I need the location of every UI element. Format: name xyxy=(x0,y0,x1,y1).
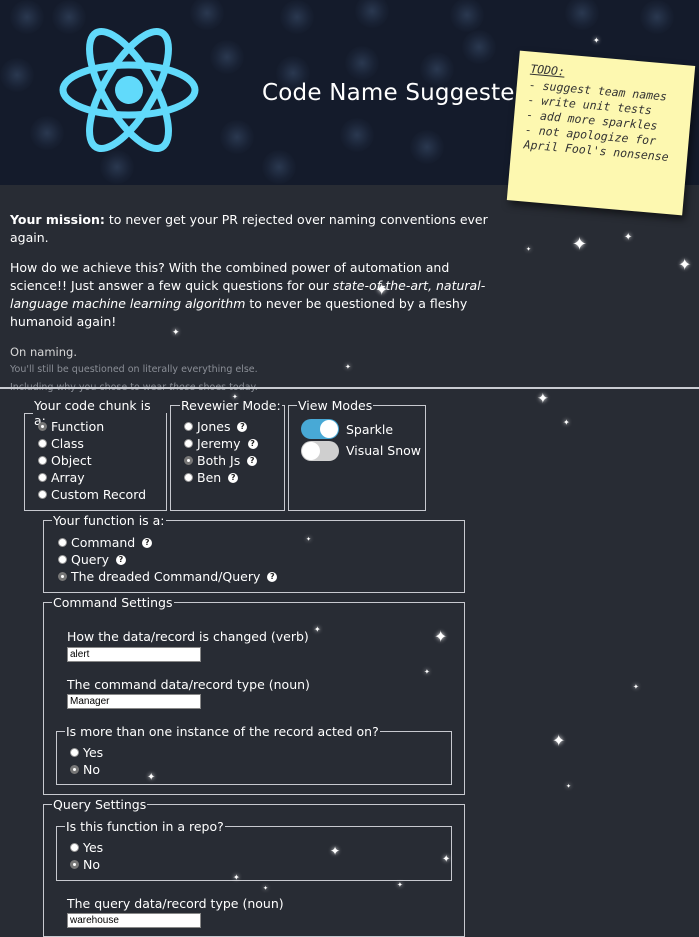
how-paragraph: How do we achieve this? With the combine… xyxy=(10,259,500,331)
help-icon[interactable]: ? xyxy=(247,455,258,466)
radio-query[interactable]: Query? xyxy=(58,552,126,567)
sparkle-icon: ✦ xyxy=(526,246,532,253)
command-noun-input[interactable]: Manager xyxy=(67,694,201,709)
sparkle-icon: ✦ xyxy=(397,881,403,889)
visual-snow-toggle[interactable] xyxy=(301,441,339,461)
intro-section: Your mission: to never get your PR rejec… xyxy=(10,211,500,397)
help-icon[interactable]: ? xyxy=(142,537,153,548)
command-settings-legend: Command Settings xyxy=(53,595,173,610)
function-type-legend: Your function is a: xyxy=(53,513,165,528)
repo-legend: Is this function in a repo? xyxy=(66,819,224,834)
sparkle-icon: ✦ xyxy=(233,873,240,882)
radio-object[interactable]: Object xyxy=(38,453,92,468)
multi-instance-legend: Is more than one instance of the record … xyxy=(66,724,379,739)
sparkle-icon: ✦ xyxy=(572,234,588,255)
reviewer-mode-legend: Revewier Mode: xyxy=(181,398,281,413)
multi-instance-group: Is more than one instance of the record … xyxy=(56,724,452,785)
divider xyxy=(0,387,699,389)
sparkle-icon: ✦ xyxy=(147,772,156,783)
query-noun-input[interactable]: warehouse xyxy=(67,913,201,928)
disclaimer-1: You'll still be questioned on literally … xyxy=(10,364,258,375)
sparkle-icon: ✦ xyxy=(330,844,341,858)
sparkle-icon: ✦ xyxy=(375,280,389,299)
radio-multi-no[interactable]: No xyxy=(70,762,100,777)
sparkle-icon: ✦ xyxy=(566,783,572,790)
sparkle-icon: ✦ xyxy=(633,683,639,691)
help-icon[interactable]: ? xyxy=(267,571,278,582)
radio-ben[interactable]: Ben? xyxy=(184,470,239,485)
sparkle-icon: ✦ xyxy=(232,393,238,401)
help-icon[interactable]: ? xyxy=(228,472,239,483)
sparkle-icon: ✦ xyxy=(434,627,448,646)
visual-snow-toggle-label: Visual Snow xyxy=(346,443,422,458)
sparkle-icon: ✦ xyxy=(314,625,321,634)
sparkle-icon: ✦ xyxy=(424,668,430,676)
repo-group: Is this function in a repo? xyxy=(56,819,452,881)
radio-repo-yes[interactable]: Yes xyxy=(70,840,103,855)
view-modes-legend: View Modes xyxy=(298,398,373,413)
app-title: Code Name Suggester xyxy=(262,80,525,106)
sparkle-icon: ✦ xyxy=(593,36,600,45)
sparkle-icon: ✦ xyxy=(263,885,269,892)
naming-heading: On naming. xyxy=(10,345,77,359)
radio-jeremy[interactable]: Jeremy? xyxy=(184,436,258,451)
sparkle-icon: ✦ xyxy=(537,391,549,407)
sparkle-icon: ✦ xyxy=(552,731,566,750)
query-noun-label: The query data/record type (noun) xyxy=(67,896,284,911)
sparkle-icon: ✦ xyxy=(306,536,312,543)
sparkle-icon: ✦ xyxy=(624,232,633,243)
radio-array[interactable]: Array xyxy=(38,470,85,485)
help-icon[interactable]: ? xyxy=(237,421,248,432)
sparkle-icon: ✦ xyxy=(442,854,451,865)
sparkle-toggle-label: Sparkle xyxy=(346,422,394,437)
sparkle-toggle[interactable] xyxy=(301,419,339,439)
mission-paragraph: Your mission: to never get your PR rejec… xyxy=(10,211,500,247)
sparkle-icon: ✦ xyxy=(345,363,351,371)
mission-label: Your mission: xyxy=(10,212,105,227)
radio-class[interactable]: Class xyxy=(38,436,84,451)
todo-sticky-note: TODO: - suggest team names - write unit … xyxy=(506,50,696,216)
query-settings-legend: Query Settings xyxy=(53,797,147,812)
radio-command[interactable]: Command? xyxy=(58,535,153,550)
radio-multi-yes[interactable]: Yes xyxy=(70,745,103,760)
help-icon[interactable]: ? xyxy=(247,438,258,449)
verb-input[interactable]: alert xyxy=(67,647,201,662)
radio-function[interactable]: Function xyxy=(38,419,104,434)
sparkle-icon: ✦ xyxy=(678,255,692,274)
radio-jones[interactable]: Jones? xyxy=(184,419,248,434)
radio-command-query[interactable]: The dreaded Command/Query? xyxy=(58,569,278,584)
sparkle-icon: ✦ xyxy=(563,418,570,427)
radio-custom-record[interactable]: Custom Record xyxy=(38,487,146,502)
sparkle-icon: ✦ xyxy=(172,328,180,338)
command-noun-label: The command data/record type (noun) xyxy=(67,677,310,692)
react-atom-logo xyxy=(59,27,199,153)
radio-repo-no[interactable]: No xyxy=(70,857,100,872)
radio-both-js[interactable]: Both Js? xyxy=(184,453,258,468)
verb-label: How the data/record is changed (verb) xyxy=(67,629,309,644)
help-icon[interactable]: ? xyxy=(116,554,126,565)
